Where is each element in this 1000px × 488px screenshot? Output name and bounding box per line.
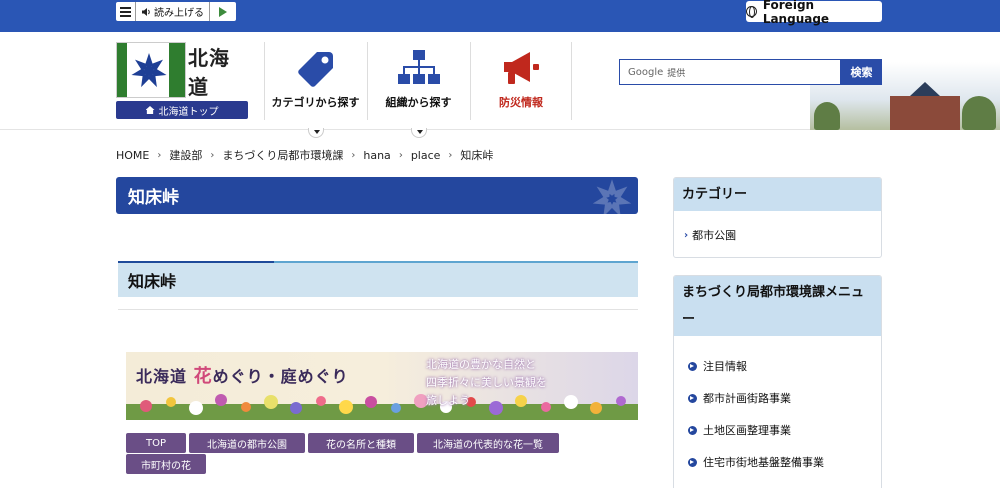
banner-copy: 北海道の豊かな自然と 四季折々に美しい景観を 旅しよう	[426, 356, 556, 410]
hokkaido-top-button[interactable]: 北海道トップ	[116, 101, 248, 119]
sidebar-category-title: カテゴリー	[674, 178, 881, 211]
breadcrumb-hana[interactable]: hana	[363, 149, 390, 162]
play-button[interactable]	[210, 2, 236, 21]
sidebar-menu-item-label: 都市計画街路事業	[703, 392, 791, 405]
sidebar-menu-item[interactable]: 住宅市街地基盤整備事業	[674, 446, 881, 478]
sidebar-menu-item-label: 土地区画整理事業	[703, 424, 791, 437]
breadcrumb-urban-environment[interactable]: まちづくり局都市環境課	[222, 147, 343, 163]
home-icon	[145, 106, 155, 114]
hokkaido-star-icon	[131, 53, 167, 88]
site-header: 北海道 北海道トップ カテゴリから探す 組織から探す 防災情報 Google 提…	[0, 32, 1000, 138]
tab-representative-flowers[interactable]: 北海道の代表的な花一覧	[417, 433, 559, 453]
chevron-right-icon: ›	[157, 149, 162, 161]
banner-copy-line: 旅しよう	[426, 394, 470, 407]
read-aloud-toolbar: 読み上げる	[116, 2, 236, 21]
chevron-right-icon: ›	[448, 149, 453, 161]
nav-organization-label: 組織から探す	[385, 96, 452, 109]
sidebar-menu-item[interactable]: 都市計画街路事業	[674, 382, 881, 414]
tab-flower-spots[interactable]: 花の名所と種類	[308, 433, 414, 453]
sidebar-menu-item-label: 住宅市街地基盤整備事業	[703, 456, 824, 469]
hokkaido-top-label: 北海道トップ	[158, 106, 219, 118]
sidebar-menu-item-label: 注目情報	[703, 360, 747, 373]
arrow-circle-icon	[688, 457, 697, 467]
search-button[interactable]: 検索	[841, 59, 882, 85]
flag-stripe-left	[117, 43, 127, 97]
tree-decoration	[962, 96, 996, 130]
banner-title-highlight: 花	[193, 366, 213, 387]
search-powered-label: 提供	[667, 68, 686, 79]
nav-category-search[interactable]: カテゴリから探す	[264, 42, 366, 138]
banner-title-rest: めぐり・庭めぐり	[212, 367, 349, 386]
nav-disaster-info[interactable]: 防災情報	[470, 42, 572, 120]
sidebar-category-link-label: 都市公園	[692, 229, 737, 242]
chevron-down-icon[interactable]	[307, 128, 324, 138]
globe-icon	[746, 6, 757, 18]
speaker-icon	[142, 7, 150, 16]
read-aloud-menu-button[interactable]	[116, 2, 136, 21]
banner-copy-line: 四季折々に美しい景観を	[426, 376, 547, 389]
banner-copy-line: 北海道の豊かな自然と	[426, 358, 536, 371]
chevron-down-icon[interactable]	[410, 128, 427, 138]
breadcrumb-current: 知床峠	[460, 149, 494, 162]
top-bar: 読み上げる Foreign Language	[0, 0, 1000, 32]
sidebar-menu-title: まちづくり局都市環境課メニュー	[674, 276, 881, 336]
arrow-circle-icon	[688, 361, 697, 371]
sidebar-menu-box: まちづくり局都市環境課メニュー 注目情報 都市計画街路事業 土地区画整理事業 住…	[673, 275, 882, 488]
section-title-text: 知床峠	[128, 272, 177, 291]
page-title-text: 知床峠	[128, 188, 179, 208]
megaphone-icon	[504, 52, 539, 84]
flag-stripe-right	[169, 43, 185, 97]
sidebar-menu-item[interactable]: 注目情報	[674, 350, 881, 382]
building-decoration	[890, 96, 960, 130]
foreign-language-button[interactable]: Foreign Language	[746, 0, 882, 26]
sidebar-category-box: カテゴリー › 都市公園	[673, 177, 882, 258]
tree-decoration	[814, 102, 840, 130]
sidebar-category-link[interactable]: › 都市公園	[674, 211, 881, 257]
divider	[118, 309, 638, 310]
chevron-right-icon: ›	[398, 149, 403, 161]
search-input[interactable]: Google 提供	[619, 59, 841, 85]
read-aloud-label: 読み上げる	[154, 8, 204, 19]
chevron-right-icon: ›	[684, 229, 689, 241]
tab-municipal-flowers[interactable]: 市町村の花	[126, 454, 206, 474]
page-title: 知床峠	[116, 177, 638, 214]
tag-icon	[297, 52, 333, 87]
sidebar-menu-list: 注目情報 都市計画街路事業 土地区画整理事業 住宅市街地基盤整備事業	[674, 336, 881, 478]
breadcrumb-construction[interactable]: 建設部	[169, 147, 202, 163]
chevron-right-icon: ›	[210, 149, 215, 161]
arrow-circle-icon	[688, 425, 697, 435]
hokkaido-logo[interactable]: 北海道	[116, 42, 248, 99]
org-chart-icon	[397, 50, 440, 84]
arrow-circle-icon	[688, 393, 697, 403]
tab-top[interactable]: TOP	[126, 433, 186, 453]
sidebar-menu-item[interactable]: 土地区画整理事業	[674, 414, 881, 446]
logo-text: 北海道	[188, 46, 230, 99]
nav-organization-search[interactable]: 組織から探す	[367, 42, 469, 138]
breadcrumb: HOME › 建設部 › まちづくり局都市環境課 › hana › place …	[116, 147, 493, 163]
play-icon	[219, 6, 227, 17]
breadcrumb-home[interactable]: HOME	[116, 149, 149, 162]
read-aloud-button[interactable]: 読み上げる	[136, 2, 210, 21]
flower-tour-banner[interactable]: 北海道 花めぐり・庭めぐり 北海道の豊かな自然と 四季折々に美しい景観を 旅しよ…	[126, 352, 638, 420]
banner-title-prefix: 北海道	[136, 367, 188, 386]
hamburger-icon	[120, 10, 131, 13]
chevron-right-icon: ›	[351, 149, 356, 161]
hokkaido-star-watermark-icon	[592, 179, 632, 214]
foreign-language-label: Foreign Language	[762, 0, 830, 26]
breadcrumb-place[interactable]: place	[411, 149, 441, 162]
banner-title: 北海道 花めぐり・庭めぐり	[136, 362, 349, 388]
section-title: 知床峠	[118, 261, 638, 297]
google-label: Google	[628, 66, 664, 78]
tab-city-parks[interactable]: 北海道の都市公園	[189, 433, 305, 453]
site-search: Google 提供 検索	[619, 59, 882, 85]
nav-category-label: カテゴリから探す	[271, 96, 360, 109]
nav-disaster-label: 防災情報	[499, 96, 543, 109]
hokkaido-flag-logo	[116, 42, 186, 98]
